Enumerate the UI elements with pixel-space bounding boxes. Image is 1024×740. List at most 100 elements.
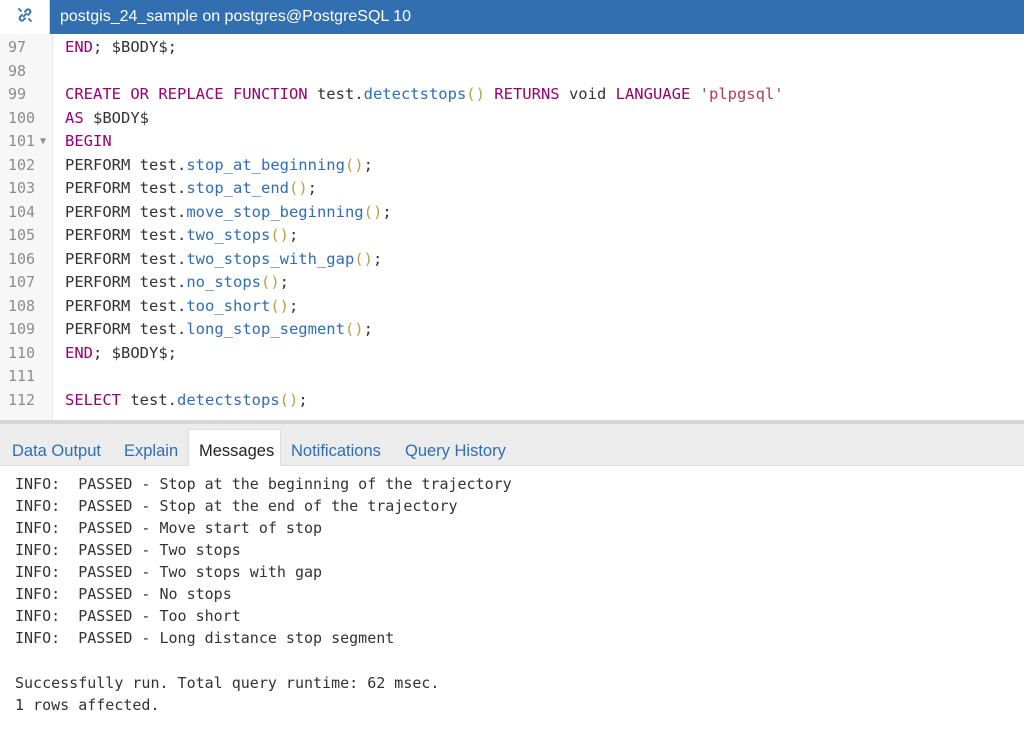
code-token: (): [344, 155, 364, 174]
code-token: ;: [363, 155, 373, 174]
code-token: (): [270, 296, 289, 315]
code-token: SELECT: [65, 390, 121, 409]
line-number: 109: [8, 320, 36, 338]
code-token: BEGIN: [65, 132, 112, 150]
line-number: 102: [8, 155, 36, 174]
code-line[interactable]: 106 PERFORM test.two_stops_with_gap();: [0, 248, 1024, 272]
code-text: AS $BODY$: [65, 107, 149, 131]
code-token: RETURNS: [484, 85, 560, 103]
code-line[interactable]: 102 PERFORM test.stop_at_beginning();: [0, 154, 1024, 178]
code-text: PERFORM test.no_stops();: [65, 271, 289, 295]
code-line[interactable]: 100 AS $BODY$: [0, 107, 1024, 131]
code-token: move_stop_beginning: [186, 202, 364, 221]
code-token: (): [288, 179, 308, 197]
message-line: INFO: PASSED - Stop at the beginning of …: [15, 475, 512, 493]
code-token: (): [344, 320, 364, 338]
code-token: detectstops: [177, 390, 280, 409]
rows-affected-text: 1 rows affected.: [15, 696, 160, 714]
code-token: PERFORM test.: [65, 249, 187, 268]
code-token: two_stops: [186, 226, 271, 244]
code-token: ;: [279, 273, 289, 291]
code-text: BEGIN: [65, 130, 112, 154]
line-number: 97: [8, 38, 27, 56]
code-token: END: [65, 343, 93, 362]
tab-query-history[interactable]: Query History: [405, 430, 506, 466]
line-number: 110: [8, 343, 36, 362]
code-token: ;: [363, 320, 373, 338]
line-number: 101: [8, 132, 36, 150]
code-text: PERFORM test.long_stop_segment();: [65, 318, 373, 342]
code-token: test.: [121, 390, 177, 409]
code-token: LANGUAGE: [615, 85, 691, 103]
code-text: PERFORM test.too_short();: [65, 295, 298, 319]
code-line[interactable]: 101 ▼ BEGIN: [0, 130, 1024, 154]
code-token: PERFORM test.: [65, 226, 187, 244]
connection-status-button[interactable]: [0, 0, 50, 34]
code-line[interactable]: 108 PERFORM test.too_short();: [0, 295, 1024, 319]
code-line[interactable]: 112 SELECT test.detectstops();: [0, 389, 1024, 413]
messages-panel: INFO: PASSED - Stop at the beginning of …: [0, 466, 1024, 740]
code-text: PERFORM test.move_stop_beginning();: [65, 201, 392, 225]
code-token: test.: [307, 85, 364, 103]
code-text: PERFORM test.two_stops();: [65, 224, 298, 248]
code-token: ; $BODY$;: [93, 343, 177, 362]
output-tab-bar: Data Output Explain Messages Notificatio…: [0, 424, 1024, 466]
line-number: 108: [8, 296, 36, 315]
code-token: (): [260, 273, 280, 291]
tab-messages[interactable]: Messages: [188, 429, 281, 466]
code-text: PERFORM test.stop_at_beginning();: [65, 154, 373, 178]
line-number: 104: [8, 202, 36, 221]
tab-explain[interactable]: Explain: [124, 430, 178, 466]
code-line[interactable]: 107 PERFORM test.no_stops();: [0, 271, 1024, 295]
code-token: stop_at_beginning: [186, 155, 345, 174]
code-text: END; $BODY$;: [65, 36, 177, 60]
line-number: 105: [8, 226, 36, 244]
message-line: INFO: PASSED - Too short: [15, 607, 241, 625]
code-line[interactable]: 99 CREATE OR REPLACE FUNCTION test.detect…: [0, 83, 1024, 107]
query-tool-titlebar: postgis_24_sample on postgres@PostgreSQL…: [0, 0, 1024, 34]
code-line[interactable]: 103 PERFORM test.stop_at_end();: [0, 177, 1024, 201]
code-token: void: [559, 85, 616, 103]
code-token: 'plpgsql': [699, 85, 784, 103]
code-token: AS: [65, 108, 84, 127]
code-line[interactable]: 97 END; $BODY$;: [0, 36, 1024, 60]
connection-link-icon: [15, 5, 35, 30]
line-number: 106: [8, 249, 36, 268]
code-text: PERFORM test.two_stops_with_gap();: [65, 248, 382, 272]
line-number: 112: [8, 390, 36, 409]
code-token: long_stop_segment: [186, 320, 345, 338]
code-token: (): [279, 390, 299, 409]
line-number: 103: [8, 179, 36, 197]
line-number: 111: [8, 367, 36, 385]
connection-title: postgis_24_sample on postgres@PostgreSQL…: [60, 8, 411, 25]
code-line[interactable]: 109 PERFORM test.long_stop_segment();: [0, 318, 1024, 342]
code-line[interactable]: 104 PERFORM test.move_stop_beginning();: [0, 201, 1024, 225]
tab-notifications[interactable]: Notifications: [291, 430, 381, 466]
code-token: ;: [307, 179, 317, 197]
sql-editor[interactable]: 97 END; $BODY$; 98 99 CREATE OR REPLACE FUNC…: [0, 34, 1024, 420]
code-token: ;: [289, 226, 299, 244]
code-line[interactable]: 98: [0, 60, 1024, 84]
code-line[interactable]: 105 PERFORM test.two_stops();: [0, 224, 1024, 248]
query-runtime-summary: Successfully run. Total query runtime: 6…: [15, 674, 440, 692]
code-token: $BODY$: [83, 108, 149, 127]
code-token: PERFORM test.: [65, 155, 187, 174]
code-line[interactable]: 110 END; $BODY$;: [0, 342, 1024, 366]
code-token: (): [363, 202, 383, 221]
message-line: INFO: PASSED - Two stops with gap: [15, 563, 323, 581]
code-token: END: [65, 38, 93, 56]
code-text: END; $BODY$;: [65, 342, 177, 366]
code-token: no_stops: [186, 273, 261, 291]
message-line: INFO: PASSED - Move start of stop: [15, 519, 323, 537]
code-token: ;: [289, 296, 299, 315]
message-line: INFO: PASSED - No stops: [15, 585, 232, 603]
fold-toggle-icon[interactable]: ▼: [40, 130, 46, 154]
message-line: INFO: PASSED - Stop at the end of the tr…: [15, 497, 458, 515]
message-line: INFO: PASSED - Long distance stop segmen…: [15, 629, 395, 647]
code-token: PERFORM test.: [65, 202, 187, 221]
code-line[interactable]: 111: [0, 365, 1024, 389]
code-token: PERFORM test.: [65, 179, 187, 197]
code-token: PERFORM test.: [65, 320, 187, 338]
tab-data-output[interactable]: Data Output: [12, 430, 101, 466]
